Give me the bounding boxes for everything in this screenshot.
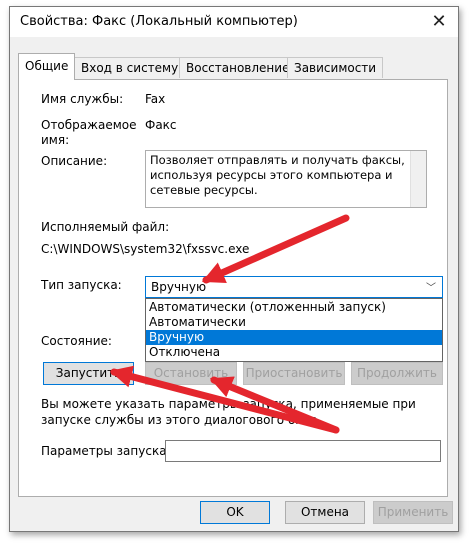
startup-type-select[interactable]: Вручную ﹀ xyxy=(145,276,443,298)
description-text: Позволяет отправлять и получать факсы, и… xyxy=(150,153,405,197)
status-label: Состояние: xyxy=(41,334,112,348)
startup-option-manual[interactable]: Вручную xyxy=(146,330,442,345)
display-name-label-line2: имя: xyxy=(41,133,70,147)
display-name-value: Факс xyxy=(145,118,177,132)
service-name-value: Fax xyxy=(145,92,166,106)
pause-button[interactable]: Приостановить xyxy=(243,362,345,385)
startup-option-auto-delayed[interactable]: Автоматически (отложенный запуск) xyxy=(146,300,442,315)
tab-dependencies[interactable]: Зависимости xyxy=(287,57,384,78)
description-scrollbar[interactable] xyxy=(410,151,426,207)
resume-button[interactable]: Продолжить xyxy=(351,362,443,385)
start-button[interactable]: Запустить xyxy=(43,362,134,385)
startup-option-auto[interactable]: Автоматически xyxy=(146,315,442,330)
stop-button[interactable]: Остановить xyxy=(145,362,237,385)
exe-label: Исполняемый файл: xyxy=(41,220,170,234)
description-label: Описание: xyxy=(41,154,108,168)
startup-type-value: Вручную xyxy=(151,280,207,294)
display-name-label-line1: Отображаемое xyxy=(41,118,137,132)
startup-type-dropdown: Автоматически (отложенный запуск) Автома… xyxy=(145,298,443,362)
start-params-input[interactable] xyxy=(165,440,441,462)
apply-button[interactable]: Применить xyxy=(373,501,453,524)
exe-path-value: C:\WINDOWS\system32\fxssvc.exe xyxy=(41,242,250,256)
close-icon[interactable]: ✕ xyxy=(428,11,450,33)
tab-recovery[interactable]: Восстановление xyxy=(179,57,297,78)
ok-button[interactable]: OK xyxy=(200,501,270,524)
window-title: Свойства: Факс (Локальный компьютер) xyxy=(20,14,298,29)
start-params-label: Параметры запуска: xyxy=(41,444,171,458)
tab-strip: Общие Вход в систему Восстановление Зави… xyxy=(18,53,448,80)
description-box[interactable]: Позволяет отправлять и получать факсы, и… xyxy=(145,150,427,208)
title-bar: Свойства: Факс (Локальный компьютер) ✕ xyxy=(10,7,458,37)
startup-option-disabled[interactable]: Отключена xyxy=(146,345,442,360)
startup-type-label: Тип запуска: xyxy=(41,278,122,292)
service-name-label: Имя службы: xyxy=(41,92,124,106)
tab-logon[interactable]: Вход в систему xyxy=(74,57,186,78)
service-properties-dialog: Свойства: Факс (Локальный компьютер) ✕ О… xyxy=(9,6,459,532)
chevron-down-icon[interactable]: ﹀ xyxy=(426,279,436,294)
cancel-button[interactable]: Отмена xyxy=(285,501,365,524)
tab-general[interactable]: Общие xyxy=(18,53,76,80)
general-tab-panel: Имя службы: Fax Отображаемое имя: Факс О… xyxy=(18,79,448,497)
start-params-note: Вы можете указать параметры запуска, при… xyxy=(41,397,416,427)
